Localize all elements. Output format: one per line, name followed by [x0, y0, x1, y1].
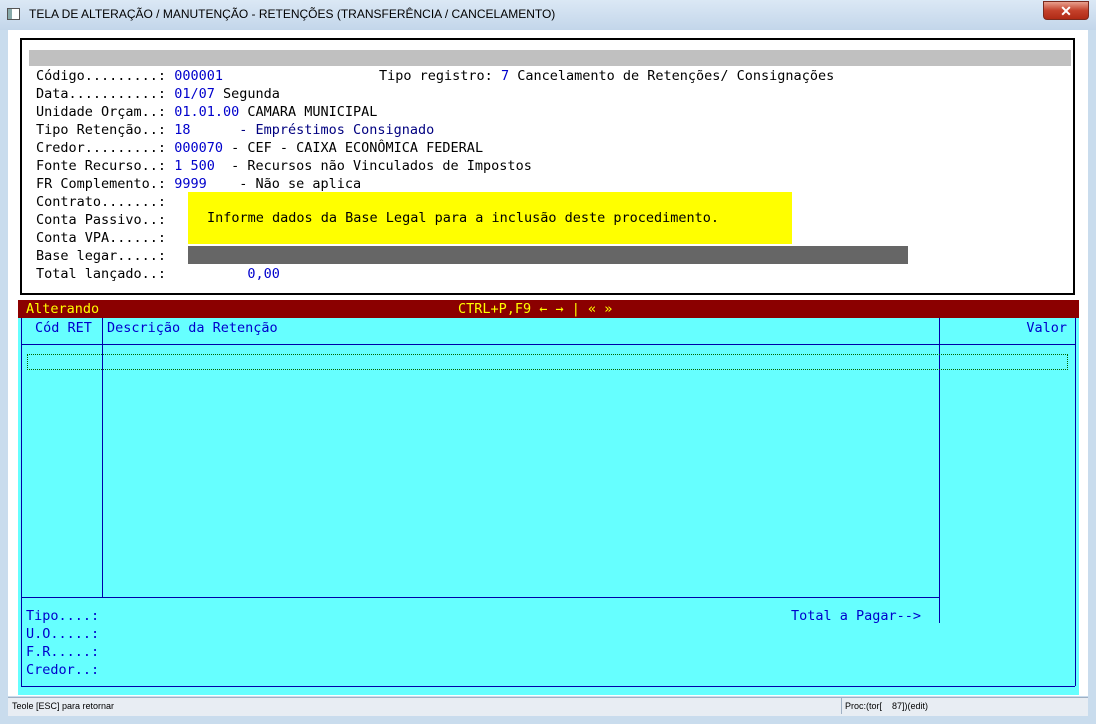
credor-row: Credor.........: 000070 - CEF - CAIXA EC… — [36, 139, 483, 157]
tipo-retencao-field[interactable]: 18 — [174, 122, 190, 138]
header-descricao[interactable]: Descrição da Retenção — [107, 319, 278, 337]
conta-vpa-row: Conta VPA......: — [36, 229, 166, 247]
credor-desc: - CEF - CAIXA ECONÔMICA FEDERAL — [231, 140, 484, 156]
credor-field[interactable]: 000070 — [174, 140, 223, 156]
unidade-row: Unidade Orçam..: 01.01.00 CAMARA MUNICIP… — [36, 103, 377, 121]
bottom-hint: Teole [ESC] para retornar — [12, 701, 115, 711]
conta-passivo-row: Conta Passivo..: — [36, 211, 166, 229]
credor-label: Credor.........: — [36, 140, 167, 156]
footer-credor-label: Credor..: — [26, 662, 100, 678]
unidade-field[interactable]: 01.01.00 — [174, 104, 239, 120]
tipo-registro-row: Tipo registro: 7 Cancelamento de Retençõ… — [379, 67, 834, 85]
footer-fr-label: F.R.....: — [26, 644, 100, 660]
fonte-row: Fonte Recurso..: 1 500 - Recursos não Vi… — [36, 157, 532, 175]
window-icon — [7, 8, 20, 20]
base-legar-input[interactable] — [188, 246, 908, 264]
tipo-registro-label: Tipo registro: — [379, 68, 493, 84]
contrato-label: Contrato.......: — [36, 194, 167, 210]
tipo-retencao-desc: - Empréstimos Consignado — [239, 122, 435, 138]
fr-desc: - Não se aplica — [239, 176, 362, 192]
retention-grid: Cód RET Descrição da Retenção Valor Tipo… — [18, 318, 1079, 695]
bottom-status-bar: Teole [ESC] para retornar Proc:(tor[ 87]… — [8, 697, 1088, 716]
conta-passivo-label: Conta Passivo..: — [36, 212, 167, 228]
tipo-retencao-row: Tipo Retenção..: 18 - Empréstimos Consig… — [36, 121, 434, 139]
fr-row: FR Complemento.: 9999 - Não se aplica — [36, 175, 361, 193]
fonte-desc: - Recursos não Vinculados de Impostos — [231, 158, 532, 174]
total-a-pagar-label: Total a Pagar--> — [791, 608, 922, 624]
header-valor[interactable]: Valor — [1026, 319, 1067, 337]
title-bar: TELA DE ALTERAÇÃO / MANUTENÇÃO - RETENÇÕ… — [0, 0, 1096, 30]
base-legar-label: Base legar.....: — [36, 248, 167, 264]
fr-label: FR Complemento.: — [36, 176, 167, 192]
window-title: TELA DE ALTERAÇÃO / MANUTENÇÃO - RETENÇÕ… — [29, 7, 556, 21]
grid-right-border — [1075, 318, 1076, 686]
codigo-row: Código.........: 000001 — [36, 67, 223, 85]
base-legar-row: Base legar.....: — [36, 247, 166, 265]
fonte-label: Fonte Recurso..: — [36, 158, 167, 174]
data-label: Data...........: — [36, 86, 167, 102]
fr-field[interactable]: 9999 — [174, 176, 207, 192]
data-weekday: Segunda — [222, 86, 280, 102]
data-row: Data...........: 01/07 Segunda — [36, 85, 280, 103]
grid-header-line — [21, 344, 1075, 345]
grid-body-bottom-line — [21, 597, 940, 598]
status-bar: Alterando CTRL+P,F9 ← → | « » — [18, 300, 1079, 318]
codigo-label: Código.........: — [36, 68, 167, 84]
status-mode: Alterando — [26, 301, 100, 317]
tipo-retencao-label: Tipo Retenção..: — [36, 122, 167, 138]
grid-bottom-border — [21, 686, 1075, 687]
tipo-registro-code[interactable]: 7 — [501, 68, 509, 84]
selected-table-row[interactable] — [27, 354, 1068, 370]
grid-left-border — [21, 318, 22, 686]
footer-uo-label: U.O.....: — [26, 626, 100, 642]
form-panel: Código.........: 000001 Tipo registro: 7… — [20, 38, 1075, 295]
fonte-field[interactable]: 1 500 — [174, 158, 215, 174]
codigo-field[interactable]: 000001 — [174, 68, 223, 84]
total-label: Total lançado..: — [36, 266, 167, 282]
unidade-label: Unidade Orçam..: — [36, 104, 167, 120]
status-shortcuts: CTRL+P,F9 ← → | « » — [458, 301, 613, 317]
footer-tipo-label: Tipo....: — [26, 608, 100, 624]
message-text: Informe dados da Base Legal para a inclu… — [207, 210, 720, 226]
total-value: 0,00 — [247, 266, 280, 282]
unidade-desc: CAMARA MUNICIPAL — [247, 104, 378, 120]
client-area: Código.........: 000001 Tipo registro: 7… — [8, 30, 1088, 696]
message-box: Informe dados da Base Legal para a inclu… — [188, 192, 792, 244]
header-cod-ret[interactable]: Cód RET — [35, 319, 92, 337]
total-row: Total lançado..: 0,00 — [36, 265, 280, 283]
close-button[interactable]: ✕ — [1043, 1, 1089, 20]
tipo-registro-desc: Cancelamento de Retenções/ Consignações — [517, 68, 835, 84]
data-field[interactable]: 01/07 — [174, 86, 215, 102]
conta-vpa-label: Conta VPA......: — [36, 230, 167, 246]
bottom-proc: Proc:(tor[ 87])(edit) — [845, 701, 929, 711]
contrato-row: Contrato.......: — [36, 193, 166, 211]
header-strip — [29, 50, 1071, 66]
bottom-proc-panel: Proc:(tor[ 87])(edit) — [841, 698, 1086, 714]
